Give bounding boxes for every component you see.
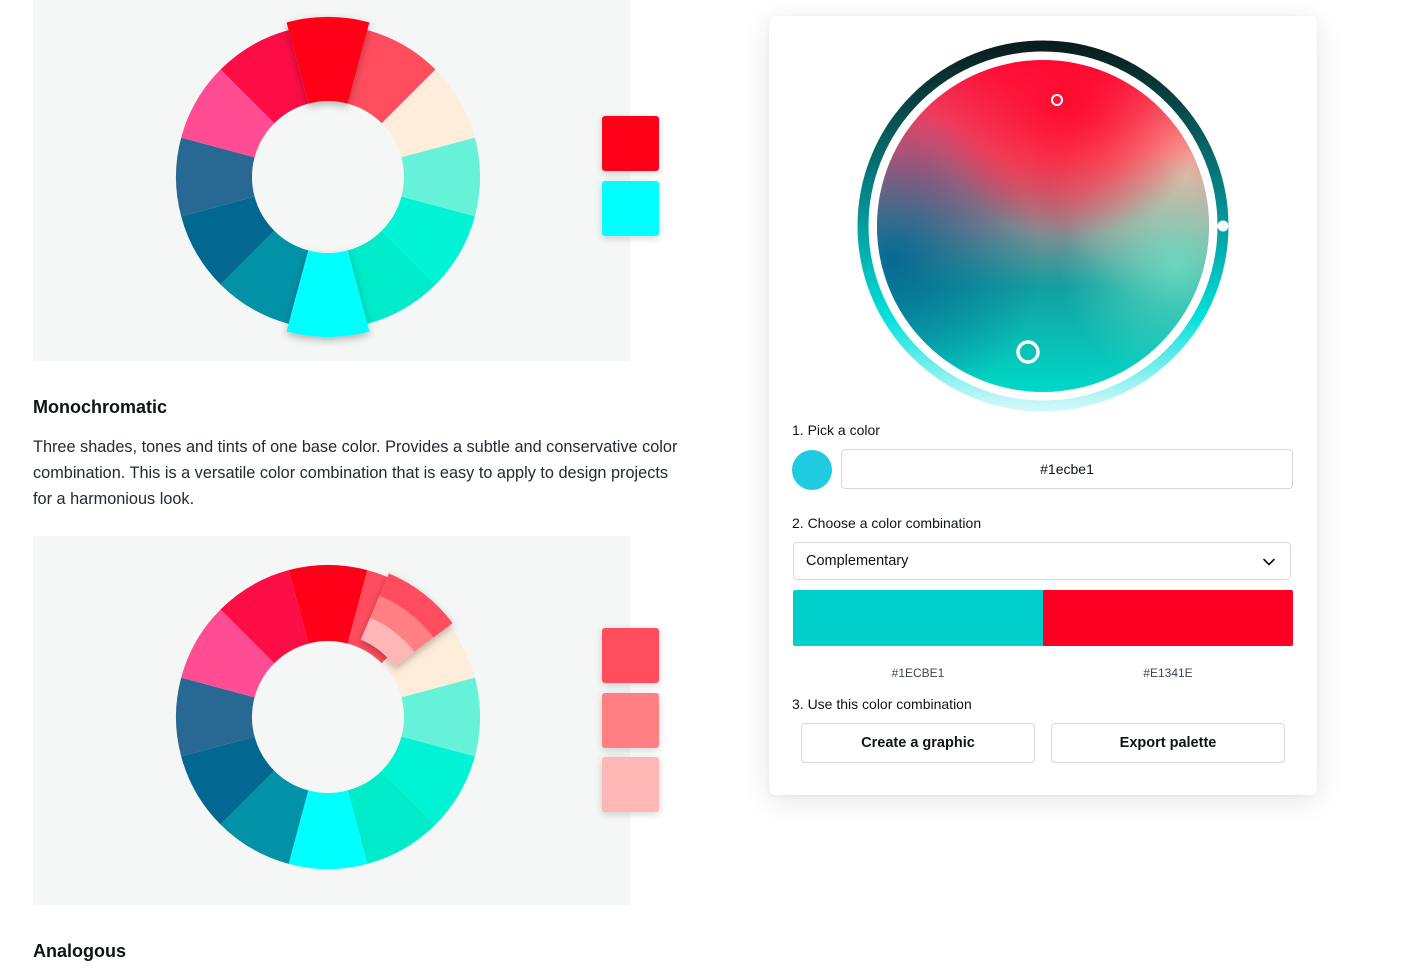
section-heading-monochromatic: Monochromatic — [33, 397, 168, 417]
color-wheel — [176, 565, 481, 869]
color-wheel — [176, 17, 481, 337]
result-color-swatch — [793, 590, 1043, 646]
section-heading-analogous: Analogous — [33, 941, 126, 961]
palette-swatch — [602, 628, 659, 683]
result-hex-label: #E1341E — [1143, 666, 1193, 680]
complementary-example-panel — [33, 0, 659, 361]
monochromatic-example-panel — [33, 536, 659, 905]
result-color-swatch — [1043, 590, 1293, 646]
step-pick-color-label: 1. Pick a color — [792, 422, 880, 438]
combination-dropdown[interactable]: Complementary — [793, 542, 1291, 580]
color-wheel-tool: 1. Pick a color 2. Choose a color combin… — [769, 16, 1317, 795]
step-use-combination-label: 3. Use this color combination — [792, 696, 972, 712]
hex-color-input[interactable] — [841, 449, 1293, 489]
export-palette-button[interactable]: Export palette — [1051, 723, 1285, 763]
step-combination-label: 2. Choose a color combination — [792, 515, 982, 531]
selected-color-swatch[interactable] — [792, 450, 832, 490]
palette-swatch — [602, 116, 659, 171]
section-description: Three shades, tones and tints of one bas… — [33, 438, 678, 508]
ring-slider-handle[interactable] — [1217, 220, 1229, 232]
result-hex-label: #1ECBE1 — [891, 666, 945, 680]
palette-swatch — [602, 181, 659, 236]
color-picker-wheel[interactable] — [855, 38, 1231, 414]
chevron-down-icon — [1263, 558, 1275, 566]
create-graphic-button[interactable]: Create a graphic — [801, 723, 1035, 763]
palette-swatch — [602, 693, 659, 748]
palette-swatch — [602, 757, 659, 812]
combination-selected-value: Complementary — [806, 553, 909, 569]
